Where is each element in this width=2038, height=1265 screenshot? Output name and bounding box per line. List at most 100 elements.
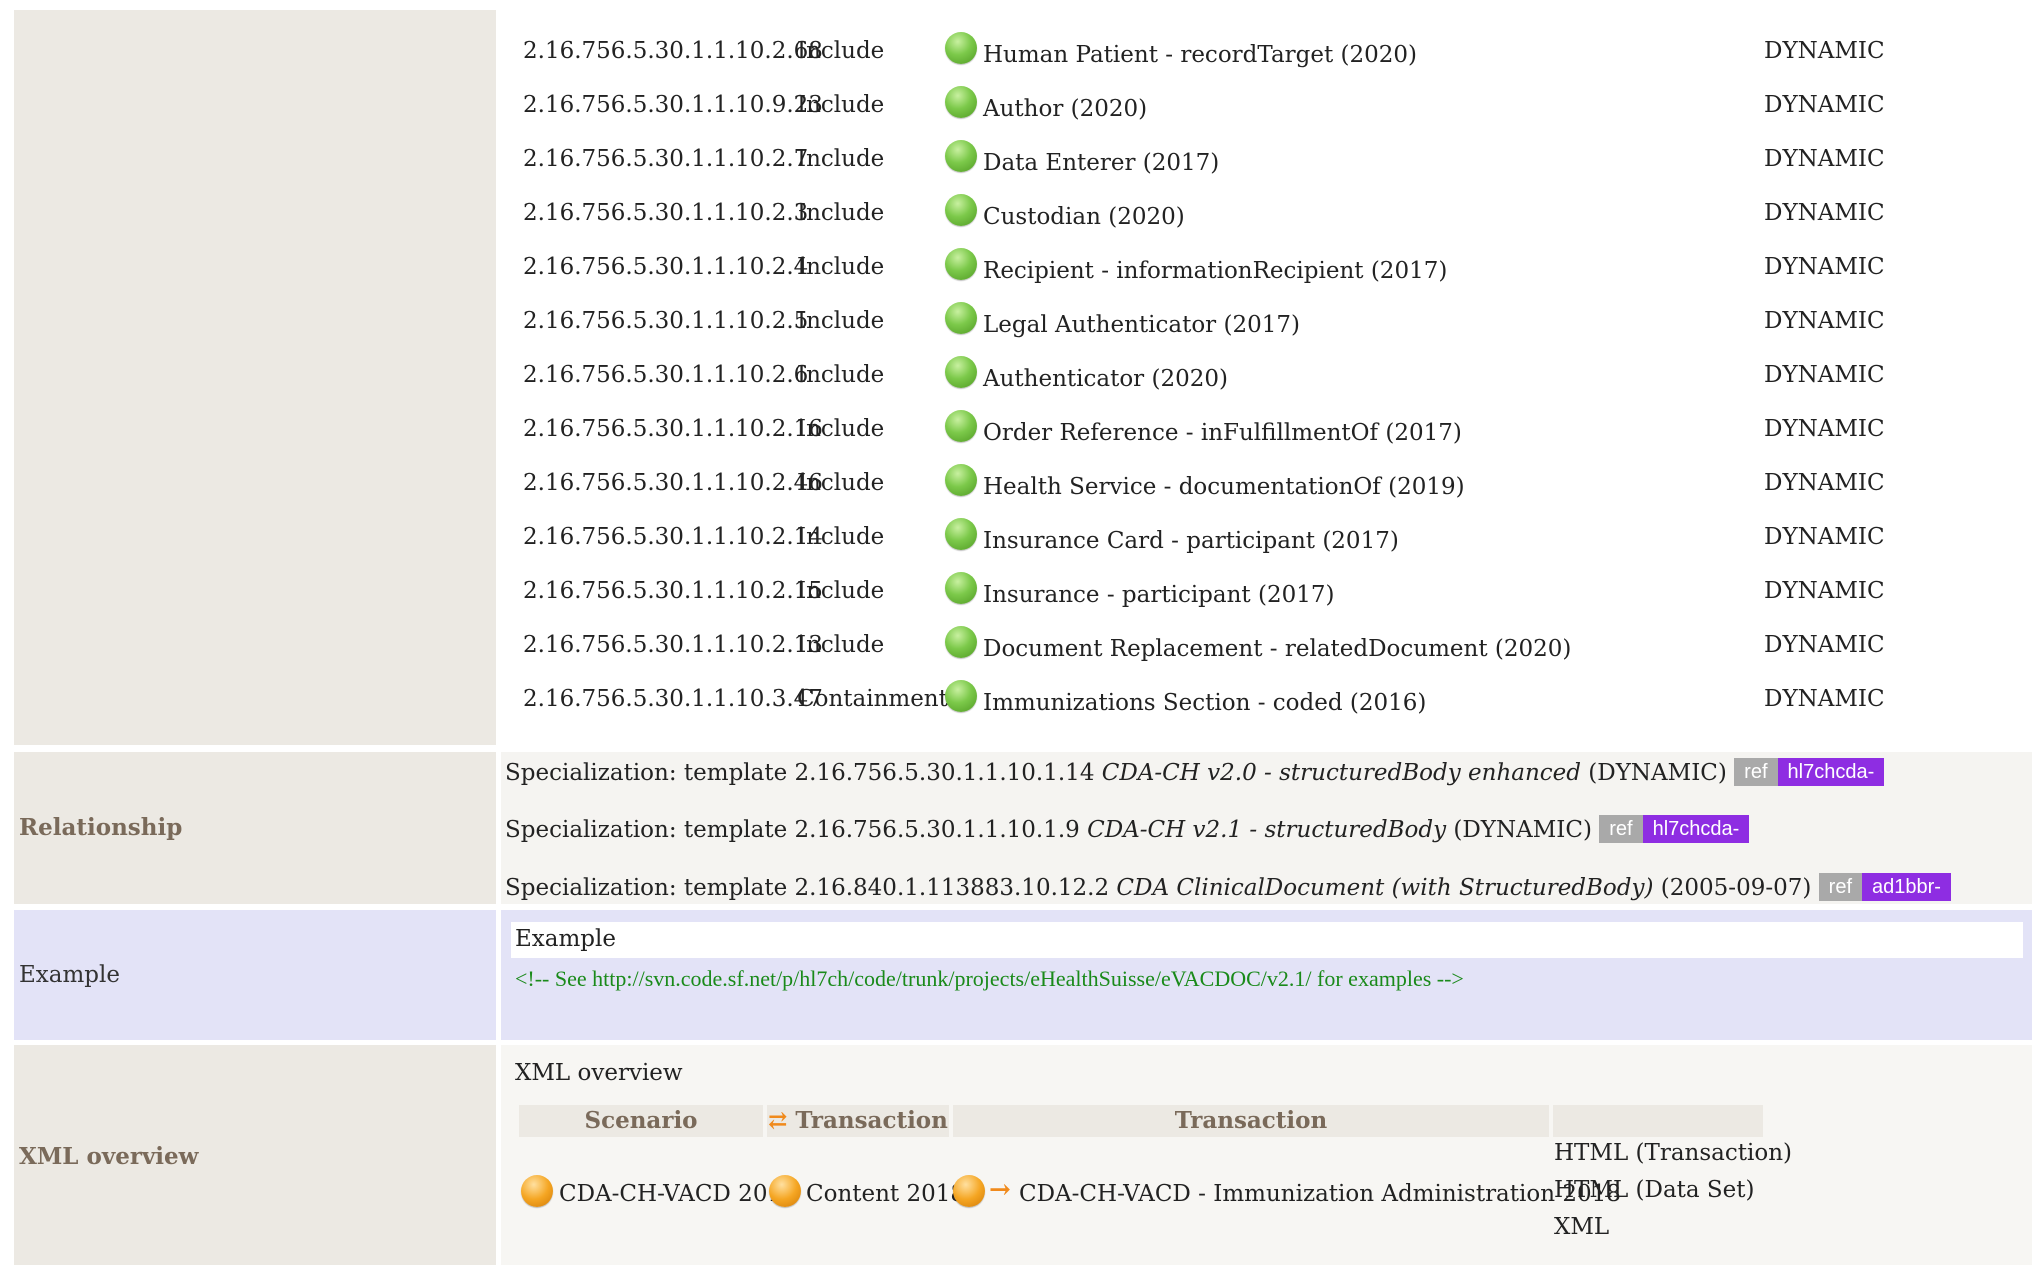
template-relation-type: Include <box>797 416 885 442</box>
relationship-label: Relationship <box>19 814 183 841</box>
template-oid: 2.16.756.5.30.1.1.10.3.47 <box>523 686 823 712</box>
template-relation-type: Containment <box>797 686 948 712</box>
relationship-item: Specialization: template 2.16.756.5.30.1… <box>505 815 1750 843</box>
template-status-icon <box>945 626 977 658</box>
relationship-prefix: Specialization: template 2.16.756.5.30.1… <box>505 760 1102 786</box>
template-relation-type: Include <box>797 308 885 334</box>
header-transaction-group: ⇄ Transaction <box>767 1105 949 1137</box>
template-row: 2.16.756.5.30.1.1.10.2.68 Include Human Pa… <box>523 32 2003 92</box>
example-label: Example <box>19 962 120 988</box>
template-flexibility: DYNAMIC <box>1764 92 1885 118</box>
ref-badge[interactable]: ref hl7chcda- <box>1599 815 1750 843</box>
template-row: 2.16.756.5.30.1.1.10.3.47 Containment Immu… <box>523 680 2003 740</box>
template-name-link[interactable]: Human Patient - recordTarget (2020) <box>983 42 1417 68</box>
template-status-icon <box>945 572 977 604</box>
template-row: 2.16.756.5.30.1.1.10.2.13 Include Document… <box>523 626 2003 686</box>
template-name-link[interactable]: Author (2020) <box>983 96 1147 122</box>
template-status-icon <box>945 248 977 280</box>
template-flexibility: DYNAMIC <box>1764 200 1885 226</box>
ref-badge-prefix: hl7chcda- <box>1777 758 1885 786</box>
template-row: 2.16.756.5.30.1.1.10.2.15 Include Insuranc… <box>523 572 2003 632</box>
transaction-name[interactable]: CDA-CH-VACD - Immunization Administratio… <box>1019 1181 1621 1207</box>
example-label-cell: Example <box>14 910 496 1040</box>
template-status-icon <box>945 518 977 550</box>
template-name-link[interactable]: Recipient - informationRecipient (2017) <box>983 258 1447 284</box>
template-relation-type: Include <box>797 146 885 172</box>
template-name-link[interactable]: Health Service - documentationOf (2019) <box>983 474 1465 500</box>
relationship-item: Specialization: template 2.16.840.1.1138… <box>505 873 1951 901</box>
template-status-icon <box>945 86 977 118</box>
template-oid: 2.16.756.5.30.1.1.10.2.3 <box>523 200 809 226</box>
link-xml[interactable]: XML <box>1554 1214 1609 1240</box>
template-row: 2.16.756.5.30.1.1.10.2.46 Include Health S… <box>523 464 2003 524</box>
template-name-link[interactable]: Insurance Card - participant (2017) <box>983 528 1399 554</box>
template-row: 2.16.756.5.30.1.1.10.2.3 Include Custodian… <box>523 194 2003 254</box>
ref-badge-prefix: hl7chcda- <box>1642 815 1750 843</box>
template-status-icon <box>945 32 977 64</box>
template-row: 2.16.756.5.30.1.1.10.2.16 Include Order Re… <box>523 410 2003 470</box>
relationship-label-cell: Relationship <box>14 752 496 904</box>
template-row: 2.16.756.5.30.1.1.10.2.5 Include Legal Aut… <box>523 302 2003 362</box>
template-flexibility: DYNAMIC <box>1764 578 1885 604</box>
template-relation-type: Include <box>797 524 885 550</box>
template-row: 2.16.756.5.30.1.1.10.2.4 Include Recipient… <box>523 248 2003 308</box>
transaction-status-icon <box>953 1175 985 1207</box>
template-name-link[interactable]: Legal Authenticator (2017) <box>983 312 1300 338</box>
link-html-dataset[interactable]: HTML (Data Set) <box>1554 1177 1755 1203</box>
template-oid: 2.16.756.5.30.1.1.10.2.6 <box>523 362 809 388</box>
template-flexibility: DYNAMIC <box>1764 38 1885 64</box>
template-status-icon <box>945 194 977 226</box>
example-box: Example <!-- See http://svn.code.sf.net/… <box>501 910 2032 1040</box>
relationship-suffix: (2005-09-07) <box>1653 875 1819 901</box>
transaction-group-status-icon <box>769 1175 801 1207</box>
template-oid: 2.16.756.5.30.1.1.10.2.46 <box>523 470 823 496</box>
ref-badge-label: ref <box>1734 758 1778 786</box>
template-relation-type: Include <box>797 38 885 64</box>
relationship-template-title[interactable]: CDA-CH v2.0 - structuredBody enhanced <box>1102 760 1581 786</box>
template-row: 2.16.756.5.30.1.1.10.2.6 Include Authentic… <box>523 356 2003 416</box>
example-title: Example <box>511 922 2023 958</box>
relationship-template-title[interactable]: CDA ClinicalDocument (with StructuredBod… <box>1116 875 1653 901</box>
template-name-link[interactable]: Order Reference - inFulfillmentOf (2017) <box>983 420 1462 446</box>
scenario-name[interactable]: CDA-CH-VACD 2018 <box>559 1181 797 1207</box>
template-name-link[interactable]: Authenticator (2020) <box>983 366 1228 392</box>
xml-overview-label-cell: XML overview <box>14 1045 496 1265</box>
template-flexibility: DYNAMIC <box>1764 470 1885 496</box>
template-relation-type: Include <box>797 92 885 118</box>
template-oid: 2.16.756.5.30.1.1.10.2.13 <box>523 632 823 658</box>
transaction-exchange-icon: ⇄ <box>768 1107 788 1134</box>
template-status-icon <box>945 140 977 172</box>
template-status-icon <box>945 410 977 442</box>
template-oid: 2.16.756.5.30.1.1.10.2.16 <box>523 416 823 442</box>
header-scenario: Scenario <box>519 1105 763 1137</box>
template-row: 2.16.756.5.30.1.1.10.2.14 Include Insuranc… <box>523 518 2003 578</box>
template-relation-type: Include <box>797 362 885 388</box>
template-row: 2.16.756.5.30.1.1.10.2.7 Include Data Ente… <box>523 140 2003 200</box>
ref-badge[interactable]: ref ad1bbr- <box>1818 873 1951 901</box>
relationship-prefix: Specialization: template 2.16.756.5.30.1… <box>505 817 1088 843</box>
ref-badge[interactable]: ref hl7chcda- <box>1734 758 1885 786</box>
template-status-icon <box>945 356 977 388</box>
template-name-link[interactable]: Document Replacement - relatedDocument (… <box>983 636 1571 662</box>
template-name-link[interactable]: Custodian (2020) <box>983 204 1185 230</box>
template-flexibility: DYNAMIC <box>1764 254 1885 280</box>
relationship-item: Specialization: template 2.16.756.5.30.1… <box>505 758 1885 786</box>
template-oid: 2.16.756.5.30.1.1.10.2.5 <box>523 308 809 334</box>
header-links <box>1553 1105 1763 1137</box>
template-oid: 2.16.756.5.30.1.1.10.2.68 <box>523 38 823 64</box>
link-html-transaction[interactable]: HTML (Transaction) <box>1554 1140 1792 1166</box>
transaction-group-name[interactable]: Content 2018 <box>806 1181 965 1207</box>
template-name-link[interactable]: Insurance - participant (2017) <box>983 582 1334 608</box>
template-relation-type: Include <box>797 200 885 226</box>
template-name-link[interactable]: Data Enterer (2017) <box>983 150 1219 176</box>
ref-badge-prefix: ad1bbr- <box>1862 873 1951 901</box>
template-flexibility: DYNAMIC <box>1764 686 1885 712</box>
template-oid: 2.16.756.5.30.1.1.10.2.15 <box>523 578 823 604</box>
template-oid: 2.16.756.5.30.1.1.10.2.14 <box>523 524 823 550</box>
relationship-template-title[interactable]: CDA-CH v2.1 - structuredBody <box>1087 817 1446 843</box>
template-oid: 2.16.756.5.30.1.1.10.2.7 <box>523 146 809 172</box>
template-name-link[interactable]: Immunizations Section - coded (2016) <box>983 690 1426 716</box>
xml-overview-title: XML overview <box>515 1060 683 1086</box>
template-flexibility: DYNAMIC <box>1764 308 1885 334</box>
template-relation-type: Include <box>797 578 885 604</box>
